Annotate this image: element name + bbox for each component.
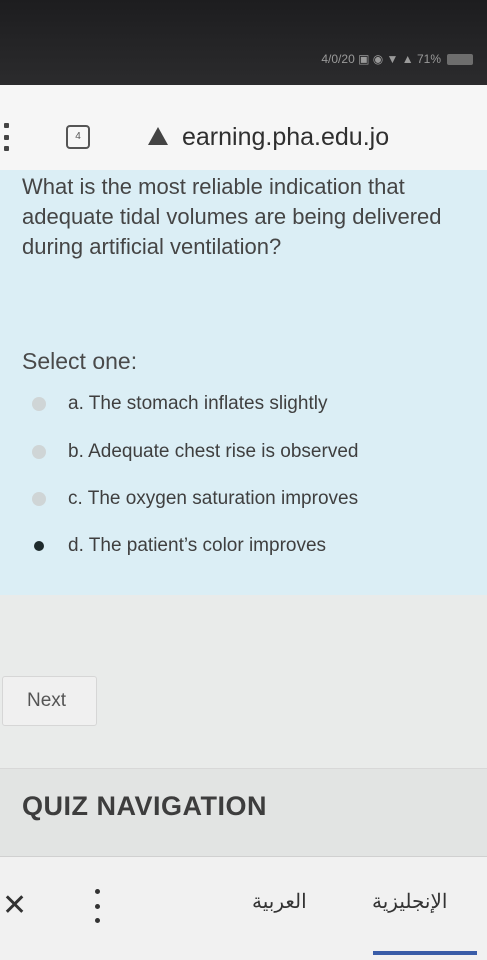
radio-button-selected[interactable] — [34, 541, 44, 551]
status-bar: 4/0/20 ▣ ◉ ▼ ▲ 71% — [0, 0, 487, 85]
quiz-navigation-panel: QUIZ NAVIGATION — [0, 768, 487, 857]
bottom-bar: ✕ العربية الإنجليزية — [0, 856, 487, 960]
more-vertical-icon[interactable] — [94, 889, 100, 923]
battery-icon — [447, 53, 473, 65]
language-english[interactable]: الإنجليزية — [372, 889, 447, 914]
address-bar[interactable]: earning.pha.edu.jo — [182, 123, 389, 152]
vertical-dots-icon[interactable] — [4, 123, 10, 151]
status-indicators: 4/0/20 ▣ ◉ ▼ ▲ 71% — [321, 52, 473, 66]
option-d[interactable]: d. The patient’s color improves — [32, 532, 326, 560]
option-a[interactable]: a. The stomach inflates slightly — [32, 390, 327, 418]
option-b[interactable]: b. Adequate chest rise is observed — [32, 438, 358, 466]
next-button[interactable]: Next — [2, 676, 97, 726]
option-label: c. The oxygen saturation improves — [68, 488, 359, 509]
close-icon[interactable]: ✕ — [2, 891, 27, 921]
active-language-underline — [373, 951, 477, 955]
option-c[interactable]: c. The oxygen saturation improves — [32, 485, 358, 513]
select-one-label: Select one: — [22, 348, 138, 374]
radio-button[interactable] — [32, 397, 46, 411]
option-label: b. Adequate chest rise is observed — [68, 441, 359, 462]
warning-icon[interactable] — [148, 127, 168, 145]
browser-toolbar: 4 earning.pha.edu.jo — [0, 85, 487, 171]
question-text: What is the most reliable indication tha… — [22, 174, 442, 259]
option-label: d. The patient’s color improves — [68, 535, 327, 556]
language-arabic[interactable]: العربية — [252, 889, 307, 914]
radio-button[interactable] — [32, 492, 46, 506]
tabs-icon[interactable]: 4 — [66, 125, 90, 149]
question-card: What is the most reliable indication tha… — [0, 170, 487, 595]
option-label: a. The stomach inflates slightly — [68, 393, 328, 414]
quiz-page: 4/0/20 ▣ ◉ ▼ ▲ 71% 4 earning.pha.edu.jo … — [0, 0, 487, 960]
status-text: 4/0/20 ▣ ◉ ▼ ▲ 71% — [321, 52, 441, 66]
radio-button[interactable] — [32, 445, 46, 459]
quiz-navigation-title: QUIZ NAVIGATION — [22, 791, 267, 821]
